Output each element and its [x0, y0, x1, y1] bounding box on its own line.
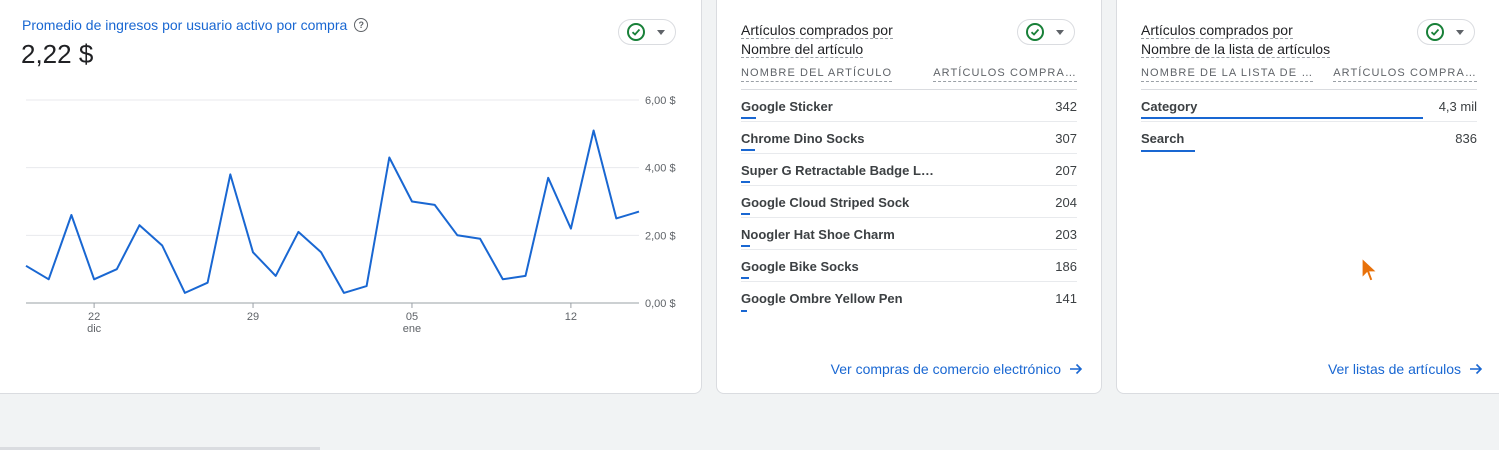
- row-name: Google Cloud Striped Sock: [741, 195, 910, 210]
- y-tick-label: 6,00 $: [645, 95, 676, 107]
- column-header-items-purchased[interactable]: ARTÍCULOS COMPRA…: [933, 67, 1077, 82]
- view-ecommerce-purchases-link[interactable]: Ver compras de comercio electrónico: [831, 361, 1083, 377]
- chevron-down-icon: [1456, 29, 1464, 35]
- x-tick-label: 05: [406, 311, 418, 323]
- row-share-bar: [741, 117, 757, 119]
- row-name: Google Sticker: [741, 99, 833, 114]
- arrow-right-icon: [1470, 363, 1483, 375]
- row-share-bar: [741, 277, 750, 279]
- items-table-body: Google Sticker 342 Chrome Dino Socks 307 Sup…: [741, 90, 1077, 314]
- row-share-bar: [741, 310, 748, 312]
- table-row[interactable]: Search 836: [1141, 122, 1477, 154]
- row-name: Google Bike Socks: [741, 259, 859, 274]
- row-name: Google Ombre Yellow Pen: [741, 291, 903, 306]
- row-name: Chrome Dino Socks: [741, 131, 865, 146]
- row-value: 186: [1055, 259, 1077, 274]
- lists-title-line1[interactable]: Artículos comprados por: [1141, 22, 1293, 39]
- items-table-title[interactable]: Artículos comprados por Nombre del artíc…: [741, 21, 893, 59]
- link-label[interactable]: Ver compras de comercio electrónico: [831, 361, 1061, 377]
- check-circle-icon: [1026, 23, 1044, 41]
- row-value: 4,3 mil: [1438, 99, 1477, 114]
- x-tick-label: 29: [247, 311, 259, 323]
- items-purchased-card: Artículos comprados por Nombre del artíc…: [716, 0, 1102, 394]
- lists-table-title[interactable]: Artículos comprados por Nombre de la lis…: [1141, 21, 1331, 59]
- row-share-bar: [741, 245, 751, 247]
- item-lists-card: Artículos comprados por Nombre de la lis…: [1116, 0, 1499, 394]
- y-tick-label: 0,00 $: [645, 298, 676, 310]
- y-tick-label: 2,00 $: [645, 230, 676, 242]
- line-chart: 0,00 $ 2,00 $ 4,00 $ 6,00 $ 22dic 29 05ene 12: [25, 95, 676, 335]
- row-share-bar: [1141, 150, 1195, 152]
- row-value: 141: [1055, 291, 1077, 306]
- table-header: NOMBRE DE LA LISTA DE … ARTÍCULOS COMPRA…: [1141, 67, 1477, 90]
- card-options-button[interactable]: [1017, 19, 1075, 45]
- table-row[interactable]: Noogler Hat Shoe Charm 203: [741, 218, 1077, 250]
- y-tick-label: 4,00 $: [645, 163, 676, 175]
- column-header-item-name[interactable]: NOMBRE DEL ARTÍCULO: [741, 67, 893, 82]
- lists-table-body: Category 4,3 mil Search 836: [1141, 90, 1477, 154]
- link-label[interactable]: Ver listas de artículos: [1328, 361, 1461, 377]
- series-line: [25, 129, 640, 294]
- table-header: NOMBRE DEL ARTÍCULO ARTÍCULOS COMPRA…: [741, 67, 1077, 90]
- row-value: 342: [1055, 99, 1077, 114]
- table-row[interactable]: Google Bike Socks 186: [741, 250, 1077, 282]
- mouse-cursor-icon: [1361, 256, 1379, 282]
- table-row[interactable]: Google Sticker 342: [741, 90, 1077, 122]
- row-value: 203: [1055, 227, 1077, 242]
- table-row[interactable]: Google Ombre Yellow Pen 141: [741, 282, 1077, 314]
- table-row[interactable]: Chrome Dino Socks 307: [741, 122, 1077, 154]
- table-row[interactable]: Category 4,3 mil: [1141, 90, 1477, 122]
- card-options-button[interactable]: [1417, 19, 1475, 45]
- view-item-lists-link[interactable]: Ver listas de artículos: [1328, 361, 1483, 377]
- lists-title-line2[interactable]: Nombre de la lista de artículos: [1141, 41, 1331, 58]
- arrow-right-icon: [1070, 363, 1083, 375]
- row-value: 204: [1055, 195, 1077, 210]
- row-share-bar: [1141, 117, 1424, 119]
- column-header-list-name[interactable]: NOMBRE DE LA LISTA DE …: [1141, 67, 1314, 82]
- items-title-line2[interactable]: Nombre del artículo: [741, 41, 864, 58]
- x-tick-sublabel: dic: [87, 323, 102, 335]
- row-name: Super G Retractable Badge L…: [741, 163, 934, 178]
- revenue-per-user-card: Promedio de ingresos por usuario activo …: [0, 0, 702, 394]
- items-title-line1[interactable]: Artículos comprados por: [741, 22, 893, 39]
- x-tick-label: 12: [565, 311, 577, 323]
- table-row[interactable]: Google Cloud Striped Sock 204: [741, 186, 1077, 218]
- row-share-bar: [741, 213, 751, 215]
- table-row[interactable]: Super G Retractable Badge L… 207: [741, 154, 1077, 186]
- row-name: Category: [1141, 99, 1198, 114]
- check-circle-icon: [1426, 23, 1444, 41]
- x-tick-label: 22: [88, 311, 100, 323]
- row-value: 207: [1055, 163, 1077, 178]
- row-name: Noogler Hat Shoe Charm: [741, 227, 895, 242]
- row-share-bar: [741, 149, 755, 151]
- chevron-down-icon: [1056, 29, 1064, 35]
- x-tick-sublabel: ene: [403, 323, 421, 335]
- column-header-items-purchased[interactable]: ARTÍCULOS COMPRA…: [1333, 67, 1477, 82]
- row-name: Search: [1141, 131, 1185, 146]
- row-value: 307: [1055, 131, 1077, 146]
- row-share-bar: [741, 181, 751, 183]
- row-value: 836: [1455, 131, 1477, 146]
